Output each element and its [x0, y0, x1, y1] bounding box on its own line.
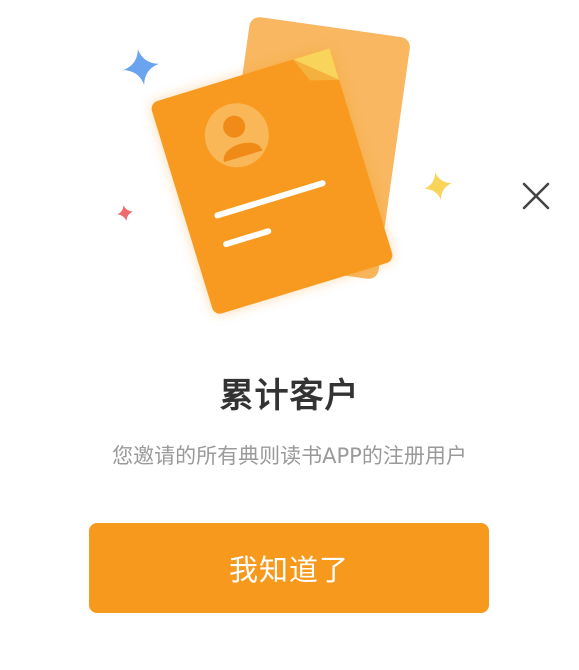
confirm-button[interactable]: 我知道了 [89, 523, 489, 613]
sparkle-yellow-icon [424, 172, 452, 200]
close-icon [522, 182, 550, 210]
customer-cards-illustration [117, 17, 452, 314]
close-button[interactable] [516, 176, 556, 216]
dialog-description: 您邀请的所有典则读书APP的注册用户 [112, 444, 467, 468]
sparkle-blue-icon [123, 49, 159, 85]
dialog-title: 累计客户 [219, 376, 360, 416]
sparkle-red-icon [117, 205, 133, 221]
customer-info-dialog: 累计客户 您邀请的所有典则读书APP的注册用户 我知道了 [0, 0, 579, 670]
